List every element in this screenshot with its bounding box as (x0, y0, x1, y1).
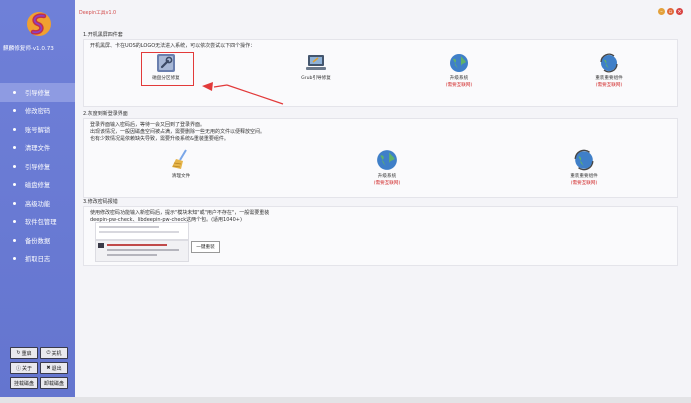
sidebar-item-logs[interactable]: 抓取日志 (0, 250, 75, 269)
tool-reinstall-components[interactable]: 重装重要组件 (需要互联网) (584, 53, 634, 88)
bullet-icon (13, 238, 16, 242)
sidebar-item-label: 账号解锁 (25, 126, 51, 134)
thumbnail-image (98, 243, 104, 248)
laptop-tools-icon (306, 55, 326, 70)
sidebar-item-label: 备份数据 (25, 237, 51, 245)
sidebar-item-package-manager[interactable]: 软件包管理 (0, 213, 75, 232)
close-icon: ✖ (46, 365, 51, 371)
sidebar-item-label: 引导修复 (25, 89, 51, 97)
section-card-boot: 开机黑屏、卡在UOS的LOGO无法进入系统，可以依次尝试以下四个操作： 磁盘分区… (83, 39, 678, 107)
shutdown-button[interactable]: ⏻ 关机 (40, 347, 68, 359)
sidebar-item-grub-repair[interactable]: 引导修复 (0, 157, 75, 176)
tool-reinstall-components[interactable]: 重装重要组件 (需要互联网) (559, 149, 609, 186)
broom-icon (172, 149, 187, 169)
tool-label: Grub引导修复 (301, 76, 331, 81)
section-title: 2.灰度到新登录界面 (83, 111, 128, 117)
tool-upgrade-system[interactable]: 升级系统 (需要互联网) (367, 149, 407, 186)
bullet-icon (13, 90, 16, 94)
exit-button[interactable]: ✖ 退出 (40, 362, 68, 374)
app-logo (27, 12, 51, 36)
tool-label: 升级系统 (449, 76, 469, 81)
bullet-icon (13, 146, 16, 150)
section-intro: 开机黑屏、卡在UOS的LOGO无法进入系统，可以依次尝试以下四个操作： (90, 43, 256, 49)
sidebar-item-label: 抓取日志 (25, 256, 51, 264)
refresh-icon: ↻ (16, 350, 21, 356)
globe-refresh-icon (574, 149, 594, 171)
sidebar-item-label: 修改密码 (25, 108, 51, 116)
close-icon: × (677, 8, 682, 15)
bullet-icon (13, 257, 16, 261)
bullet-icon (13, 201, 16, 205)
tool-upgrade-system[interactable]: 升级系统 (需要互联网) (439, 53, 479, 88)
tool-label: 重装重要组件 (570, 174, 598, 179)
sidebar-item-advanced[interactable]: 高级功能 (0, 194, 75, 213)
internet-required-note: (需要互联网) (445, 83, 473, 88)
window-title: Deepin工具v1.0 (79, 11, 117, 16)
bullet-icon (13, 220, 16, 224)
section-card-password-error: 使用修改密码功能输入新密码后，提示"模块未知"或"用户不存在"，一般需要重装 d… (83, 206, 678, 266)
sidebar-item-disk-repair[interactable]: 磁盘修复 (0, 176, 75, 195)
close-window-button[interactable]: × (676, 8, 683, 15)
sidebar-item-label: 高级功能 (25, 200, 51, 208)
section-title: 3.修改密码报错 (83, 199, 118, 205)
section-intro: 登录界面输入密码后，等待一会又回到了登录界面。 出现该情况，一般因磁盘空间被占满… (90, 122, 266, 142)
title-bar: Deepin工具v1.0 – ▫ × (75, 0, 691, 24)
info-icon: ⓘ (15, 365, 21, 372)
sidebar-item-clean-files[interactable]: 清理文件 (0, 139, 75, 158)
tool-grub-repair[interactable]: Grub引导修复 (291, 53, 341, 81)
bullet-icon (13, 127, 16, 131)
error-example-box (95, 222, 189, 240)
sidebar-item-boot-repair[interactable]: 引导修复 (0, 83, 75, 102)
sidebar: 麒麟修复师·v1.0.73 引导修复 修改密码 账号解锁 清理文件 引导修复 磁… (0, 0, 75, 397)
mount-disk-button[interactable]: 挂载磁盘 (10, 377, 38, 389)
tool-label: 清理文件 (171, 174, 191, 179)
globe-refresh-icon (600, 53, 618, 73)
bullet-icon (13, 183, 16, 187)
unmount-disk-button[interactable]: 卸载磁盘 (40, 377, 68, 389)
maximize-icon: ▫ (668, 8, 673, 15)
power-icon: ⏻ (46, 350, 51, 356)
system-buttons: ↻ 重启 ⏻ 关机 ⓘ 关于 ✖ 退出 挂载磁盘 卸载磁盘 (10, 347, 68, 389)
minimize-button[interactable]: – (658, 8, 665, 15)
globe-icon (450, 54, 468, 72)
bullet-icon (13, 164, 16, 168)
bullet-icon (13, 109, 16, 113)
internet-required-note: (需要互联网) (373, 181, 401, 186)
main-content: 1.开机黑屏四件套 开机黑屏、卡在UOS的LOGO无法进入系统，可以依次尝试以下… (75, 24, 691, 397)
about-button[interactable]: ⓘ 关于 (10, 362, 38, 374)
app-brand: 麒麟修复师·v1.0.73 (3, 46, 54, 52)
section-title: 1.开机黑屏四件套 (83, 32, 123, 38)
screen-bottom-edge (0, 397, 691, 403)
sidebar-item-label: 磁盘修复 (25, 182, 51, 190)
reboot-button[interactable]: ↻ 重启 (10, 347, 38, 359)
sidebar-nav: 引导修复 修改密码 账号解锁 清理文件 引导修复 磁盘修复 高级功能 软件包管理… (0, 83, 75, 268)
maximize-button[interactable]: ▫ (667, 8, 674, 15)
internet-required-note: (需要互联网) (595, 83, 623, 88)
internet-required-note: (需要互联网) (570, 181, 598, 186)
one-click-reinstall-button[interactable]: 一键重装 (191, 241, 220, 253)
sidebar-item-unlock-account[interactable]: 账号解锁 (0, 120, 75, 139)
sidebar-item-label: 引导修复 (25, 163, 51, 171)
error-screenshot (95, 240, 189, 262)
sidebar-item-change-password[interactable]: 修改密码 (0, 102, 75, 121)
tool-label: 重装重要组件 (595, 76, 623, 81)
app-window: 麒麟修复师·v1.0.73 引导修复 修改密码 账号解锁 清理文件 引导修复 磁… (0, 0, 691, 397)
globe-icon (377, 150, 397, 170)
window-controls: – ▫ × (658, 8, 683, 15)
tool-label: 升级系统 (377, 174, 397, 179)
minimize-icon: – (660, 8, 663, 15)
sidebar-item-label: 清理文件 (25, 145, 51, 153)
sidebar-item-backup[interactable]: 备份数据 (0, 231, 75, 250)
tool-clean-files[interactable]: 清理文件 (166, 149, 196, 179)
sidebar-item-label: 软件包管理 (25, 219, 57, 227)
selection-highlight (141, 52, 194, 86)
section-card-login-loop: 登录界面输入密码后，等待一会又回到了登录界面。 出现该情况，一般因磁盘空间被占满… (83, 118, 678, 198)
